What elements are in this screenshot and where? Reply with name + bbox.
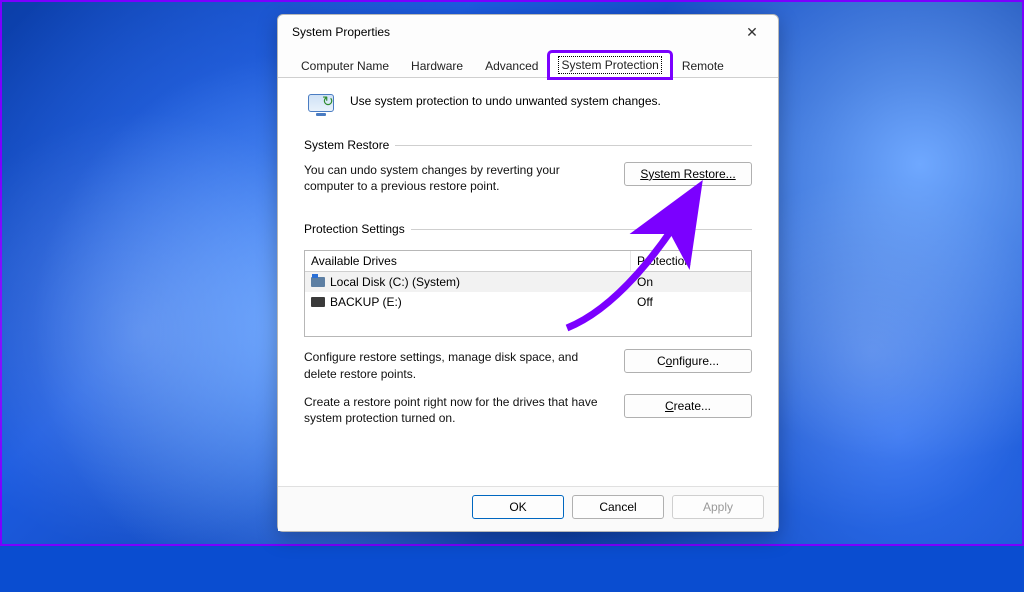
system-restore-group: System Restore You can undo system chang… xyxy=(304,138,752,200)
drives-table: Available Drives Protection Local Disk (… xyxy=(304,250,752,337)
col-protection: Protection xyxy=(631,251,751,271)
tab-remote[interactable]: Remote xyxy=(671,53,735,78)
tab-system-protection[interactable]: System Protection xyxy=(549,52,670,78)
table-empty-space xyxy=(305,312,751,336)
dialog-footer: OK Cancel Apply xyxy=(278,486,778,531)
drive-label: Local Disk (C:) (System) xyxy=(330,275,460,289)
cancel-button[interactable]: Cancel xyxy=(572,495,664,519)
system-restore-text: You can undo system changes by reverting… xyxy=(304,162,610,194)
close-button[interactable]: ✕ xyxy=(732,18,772,46)
window-title: System Properties xyxy=(292,25,732,39)
close-icon: ✕ xyxy=(746,25,758,39)
system-restore-legend: System Restore xyxy=(304,138,395,152)
table-row[interactable]: Local Disk (C:) (System) On xyxy=(305,272,751,292)
system-properties-dialog: System Properties ✕ Computer Name Hardwa… xyxy=(277,14,779,532)
drive-icon xyxy=(311,277,325,287)
table-header: Available Drives Protection xyxy=(305,251,751,272)
intro-row: ↻ Use system protection to undo unwanted… xyxy=(304,90,752,124)
tab-hardware[interactable]: Hardware xyxy=(400,53,474,78)
ok-button[interactable]: OK xyxy=(472,495,564,519)
drive-protection: Off xyxy=(631,292,751,312)
configure-button[interactable]: Configure... xyxy=(624,349,752,373)
drive-label: BACKUP (E:) xyxy=(330,295,402,309)
col-available-drives: Available Drives xyxy=(305,251,631,271)
protection-settings-group: Protection Settings Available Drives Pro… xyxy=(304,222,752,432)
drive-icon xyxy=(311,297,325,307)
system-restore-button[interactable]: System Restore... xyxy=(624,162,752,186)
tab-content: ↻ Use system protection to undo unwanted… xyxy=(278,78,778,486)
system-protection-icon: ↻ xyxy=(304,90,338,124)
tab-advanced[interactable]: Advanced xyxy=(474,53,549,78)
titlebar: System Properties ✕ xyxy=(278,15,778,49)
table-row[interactable]: BACKUP (E:) Off xyxy=(305,292,751,312)
drive-protection: On xyxy=(631,272,751,292)
protection-settings-legend: Protection Settings xyxy=(304,222,411,236)
tab-computer-name[interactable]: Computer Name xyxy=(290,53,400,78)
create-button[interactable]: Create... xyxy=(624,394,752,418)
intro-text: Use system protection to undo unwanted s… xyxy=(350,90,661,108)
tab-strip: Computer Name Hardware Advanced System P… xyxy=(278,51,778,78)
configure-text: Configure restore settings, manage disk … xyxy=(304,349,610,381)
apply-button: Apply xyxy=(672,495,764,519)
create-text: Create a restore point right now for the… xyxy=(304,394,610,426)
